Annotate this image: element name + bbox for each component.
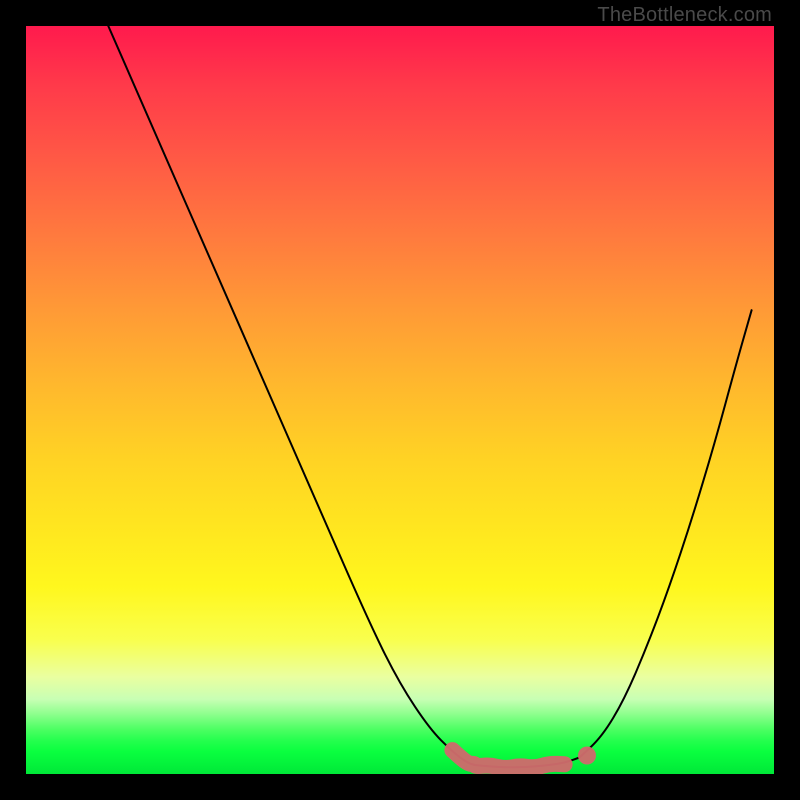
highlight-end-dot: [578, 747, 596, 765]
plot-area: [26, 26, 774, 774]
highlighted-valley-segment: [452, 750, 564, 768]
chart-frame: TheBottleneck.com: [0, 0, 800, 800]
watermark-text: TheBottleneck.com: [597, 4, 772, 27]
curve-svg: [26, 26, 774, 774]
bottleneck-curve: [108, 26, 751, 767]
